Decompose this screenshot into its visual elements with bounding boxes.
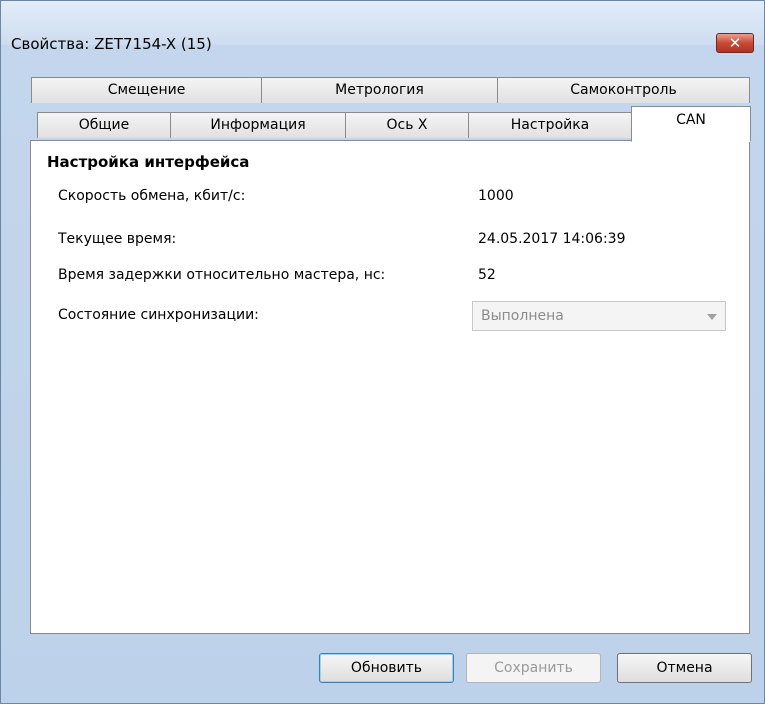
sync-state-label: Состояние синхронизации: xyxy=(58,307,259,323)
chevron-down-icon xyxy=(707,314,717,320)
tab-selfcheck-label: Самоконтроль xyxy=(570,82,677,98)
refresh-button[interactable]: Обновить xyxy=(319,653,454,683)
tab-metrology-label: Метрология xyxy=(335,82,424,98)
close-icon: ✕ xyxy=(728,34,742,52)
tab-information[interactable]: Информация xyxy=(170,112,346,138)
tab-offset-label: Смещение xyxy=(107,82,186,98)
tab-settings-label: Настройка xyxy=(510,117,590,133)
tab-offset[interactable]: Смещение xyxy=(31,77,262,103)
tab-metrology[interactable]: Метрология xyxy=(261,77,498,103)
current-time-value: 24.05.2017 14:06:39 xyxy=(478,231,626,247)
properties-dialog: Свойства: ZET7154-X (15) ✕ Смещение Метр… xyxy=(0,0,765,704)
tab-can-label: CAN xyxy=(676,112,706,128)
tab-information-label: Информация xyxy=(210,117,306,133)
delay-label: Время задержки относительно мастера, нс: xyxy=(58,267,386,283)
cancel-button[interactable]: Отмена xyxy=(617,653,752,683)
sync-state-select: Выполнена xyxy=(472,301,726,331)
tab-general[interactable]: Общие xyxy=(37,112,171,138)
tab-can[interactable]: CAN xyxy=(631,106,751,142)
exchange-rate-value: 1000 xyxy=(478,188,514,204)
tab-axis-x-label: Ось X xyxy=(386,117,428,133)
window-title: Свойства: ZET7154-X (15) xyxy=(11,35,212,53)
tab-selfcheck[interactable]: Самоконтроль xyxy=(497,77,750,103)
sync-state-value: Выполнена xyxy=(481,308,564,324)
tab-settings[interactable]: Настройка xyxy=(468,112,632,138)
tab-general-label: Общие xyxy=(78,117,130,133)
can-panel: Настройка интерфейса Скорость обмена, кб… xyxy=(30,140,750,634)
delay-value: 52 xyxy=(478,267,496,283)
section-title: Настройка интерфейса xyxy=(47,153,250,171)
tab-axis-x[interactable]: Ось X xyxy=(345,112,469,138)
current-time-label: Текущее время: xyxy=(58,231,177,247)
save-button: Сохранить xyxy=(466,653,601,683)
close-button[interactable]: ✕ xyxy=(716,33,754,53)
exchange-rate-label: Скорость обмена, кбит/с: xyxy=(58,188,246,204)
